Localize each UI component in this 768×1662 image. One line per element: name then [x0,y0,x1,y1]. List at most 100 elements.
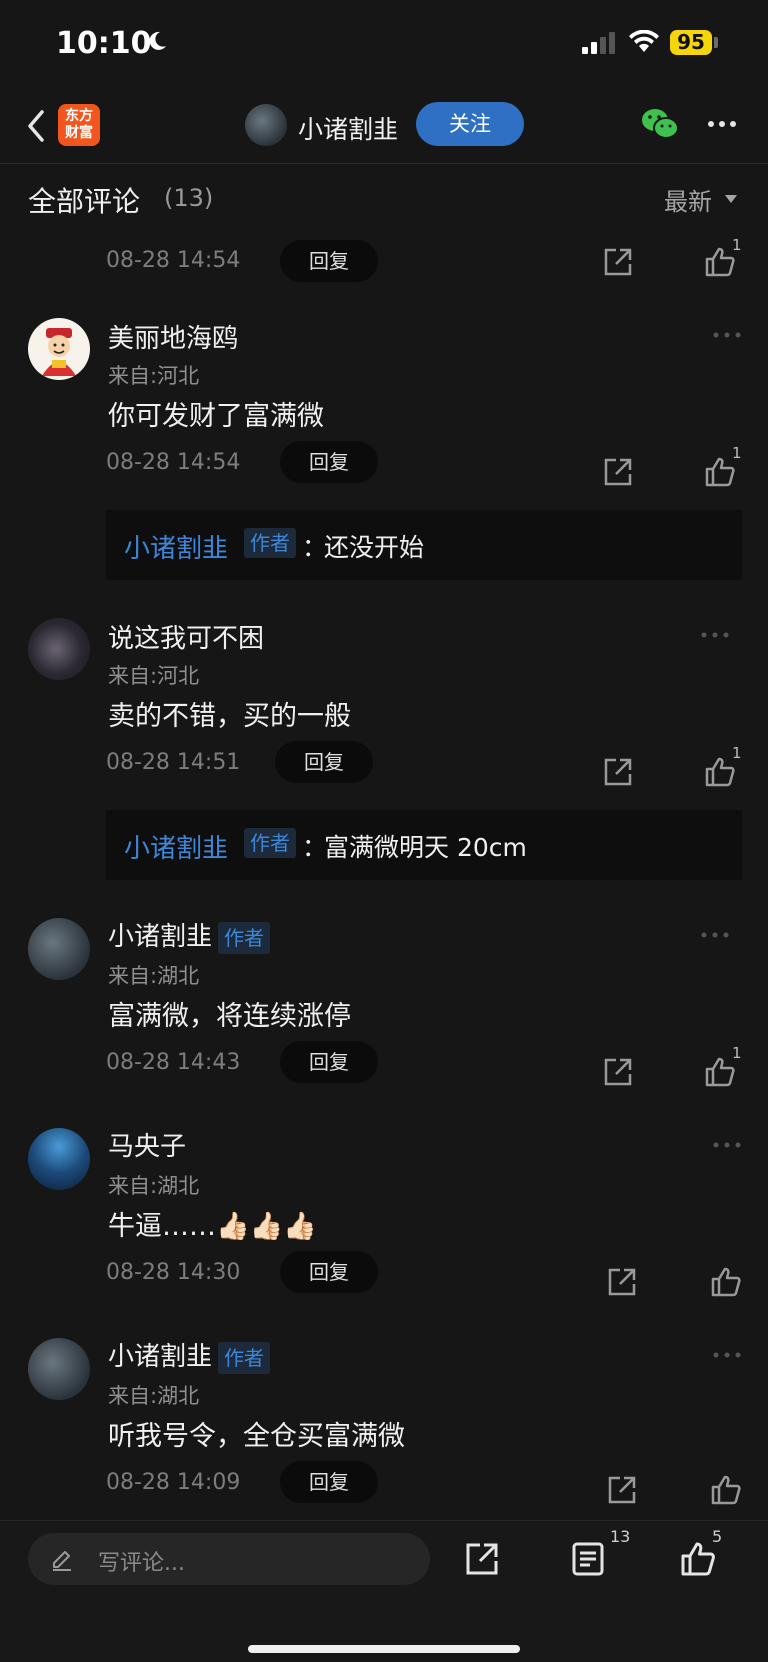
wifi-icon [629,30,659,52]
user-avatar[interactable] [28,918,90,980]
comment-more-icon[interactable] [712,1350,742,1360]
like-count: 1 [732,444,742,462]
bottom-action-bar: 写评论... 13 5 [0,1520,768,1662]
back-arrow-icon[interactable] [22,106,52,146]
reply-button[interactable]: 回复 [275,741,373,783]
comment-more-icon[interactable] [700,630,730,640]
comment-location: 来自:湖北 [108,964,200,988]
username-text[interactable]: 马央子 [108,1132,186,1162]
author-tag: 作者 [218,921,271,954]
comments-count: (13) [164,184,214,212]
comment-item: 小诸割韭 作者 来自:湖北 听我号令，全仓买富满微 08-28 14:09 回复 [0,1320,768,1510]
logo-line-2: 财富 [65,125,93,141]
author-name[interactable]: 小诸割韭 [298,110,398,146]
comment-date: 08-28 14:51 [106,750,241,775]
reply-button[interactable]: 回复 [280,441,378,483]
comment-more-icon[interactable] [700,930,730,940]
comment-date: 08-28 14:54 [106,450,241,475]
comment-text: 牛逼……👍🏻👍🏻👍🏻 [108,1211,317,1242]
battery-nub [714,37,718,48]
write-comment-placeholder: 写评论... [98,1551,185,1576]
write-comment-input[interactable]: 写评论... [28,1533,430,1585]
thumbs-up-icon[interactable] [710,1266,742,1298]
moon-icon [149,31,166,50]
comment-username[interactable]: 小诸割韭 作者 [108,1336,271,1374]
author-tag: 作者 [244,828,296,858]
comment-username[interactable]: 美丽地海鸥 [108,318,238,355]
pencil-icon [53,1551,71,1571]
share-icon[interactable] [602,756,634,788]
cellular-signal-icon [582,32,615,54]
thumbs-up-icon[interactable] [710,1474,742,1506]
author-tag: 作者 [218,1341,271,1374]
share-icon[interactable] [606,1474,638,1506]
reply-button[interactable]: 回复 [280,1041,378,1083]
comment-location: 来自:湖北 [108,1384,200,1408]
comment-date: 08-28 14:43 [106,1050,241,1075]
author-reply-box[interactable]: 小诸割韭 作者 ： 富满微明天 20cm [106,810,742,880]
top-navbar: 东方 财富 小诸割韭 关注 [0,88,768,164]
like-count: 1 [732,1044,742,1062]
reply-text: 还没开始 [324,533,425,562]
comment-date: 08-28 14:54 [106,248,241,273]
status-time: 10:10 [56,26,152,61]
comment-location: 来自:河北 [108,664,200,688]
user-avatar[interactable] [28,318,90,380]
comment-footer-partial: 08-28 14:54 回复 1 [0,236,768,286]
comment-username[interactable]: 马央子 [108,1126,186,1163]
comment-username[interactable]: 说这我可不困 [108,618,264,655]
like-count-badge: 5 [712,1527,723,1546]
like-count: 1 [732,744,742,762]
share-icon[interactable] [464,1541,500,1577]
app-logo[interactable]: 东方 财富 [58,104,100,146]
comment-item: 马央子 来自:湖北 牛逼……👍🏻👍🏻👍🏻 08-28 14:30 回复 [0,1110,768,1310]
user-avatar[interactable] [28,1338,90,1400]
wechat-share-icon[interactable] [640,106,680,142]
comment-location: 来自:湖北 [108,1174,200,1198]
author-tag: 作者 [244,528,296,558]
reply-button[interactable]: 回复 [280,1251,378,1293]
comment-more-icon[interactable] [712,330,742,340]
username-text[interactable]: 小诸割韭 [108,1342,212,1372]
username-text[interactable]: 说这我可不困 [108,624,264,654]
reply-text: 富满微明天 20cm [324,833,527,862]
share-icon[interactable] [602,456,634,488]
follow-button[interactable]: 关注 [416,102,524,146]
thumbs-up-icon[interactable] [680,1541,716,1577]
author-reply-box[interactable]: 小诸割韭 作者 ： 还没开始 [106,510,742,580]
reply-author-name[interactable]: 小诸割韭 [124,828,228,865]
comments-title: 全部评论 [28,185,141,218]
reply-button[interactable]: 回复 [280,1461,378,1503]
share-icon[interactable] [602,1056,634,1088]
comments-header: 全部评论 (13) 最新 [0,168,768,228]
comment-date: 08-28 14:30 [106,1260,241,1285]
reply-button[interactable]: 回复 [280,240,378,282]
comment-item: 说这我可不困 来自:河北 卖的不错，买的一般 08-28 14:51 回复 1 … [0,600,768,890]
battery-indicator: 95 [670,30,712,55]
comment-date: 08-28 14:09 [106,1470,241,1495]
god-of-wealth-avatar-icon [42,328,76,376]
comment-count-badge: 13 [610,1527,631,1546]
comment-item: 小诸割韭 作者 来自:湖北 富满微，将连续涨停 08-28 14:43 回复 1 [0,900,768,1100]
reply-author-name[interactable]: 小诸割韭 [124,528,228,565]
comment-text: 富满微，将连续涨停 [108,1001,351,1032]
home-indicator[interactable] [248,1645,520,1653]
comment-text: 你可发财了富满微 [108,401,324,432]
more-options-icon[interactable] [706,114,738,134]
share-icon[interactable] [602,246,634,278]
comment-text: 听我号令，全仓买富满微 [108,1421,405,1452]
comment-username[interactable]: 小诸割韭 作者 [108,916,271,954]
comments-list-icon[interactable] [570,1541,606,1577]
comment-item: 美丽地海鸥 来自:河北 你可发财了富满微 08-28 14:54 回复 1 小诸… [0,300,768,590]
username-text[interactable]: 美丽地海鸥 [108,324,238,354]
author-avatar[interactable] [245,104,287,146]
sort-dropdown[interactable]: 最新 [664,182,712,217]
share-icon[interactable] [606,1266,638,1298]
caret-down-icon[interactable] [725,195,737,203]
username-text[interactable]: 小诸割韭 [108,922,212,952]
user-avatar[interactable] [28,618,90,680]
logo-line-1: 东方 [65,108,93,124]
comment-location: 来自:河北 [108,364,200,388]
comment-more-icon[interactable] [712,1140,742,1150]
user-avatar[interactable] [28,1128,90,1190]
